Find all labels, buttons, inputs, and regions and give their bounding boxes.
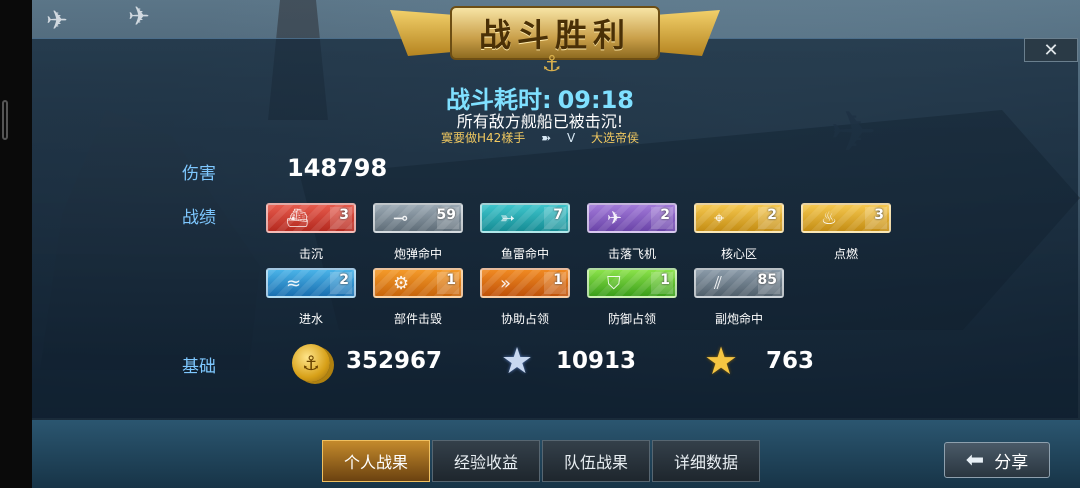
result-tabs: 个人战果 经验收益 队伍战果 详细数据 — [322, 440, 762, 482]
badge-count: 85 — [758, 272, 781, 294]
torpedo-kill-icon: ➽ — [541, 131, 552, 145]
share-button[interactable]: ⬅ 分享 — [944, 442, 1050, 478]
record-label: 战绩 — [182, 208, 216, 228]
silver-coin-icon: ⚓ — [292, 344, 330, 382]
badge-count: 59 — [437, 207, 460, 229]
record-badge[interactable]: ⫽ 85 — [694, 268, 784, 298]
badge-count: 2 — [330, 272, 352, 294]
sinking-ship-icon: ⛴ — [286, 208, 309, 229]
record-badge[interactable]: ⛉ 1 — [587, 268, 677, 298]
badge-count: 3 — [865, 207, 887, 229]
badge-count: 1 — [544, 272, 566, 294]
badge-name: 进水 — [298, 312, 323, 326]
shell-hit-icon: ⊸ — [393, 208, 409, 229]
anchor-icon: ⚓ — [542, 52, 562, 77]
record-badge[interactable]: » 1 — [480, 268, 570, 298]
base-label: 基础 — [182, 357, 216, 377]
record-badge[interactable]: ✈ 2 — [587, 203, 677, 233]
system-sidebar — [0, 0, 32, 488]
badge-name: 防御占领 — [607, 312, 656, 326]
victim-name: 大选帝侯 — [591, 131, 640, 145]
killer-name: 寞要做H42樣手 — [440, 131, 526, 145]
kill-separator: V — [566, 131, 576, 145]
badge-name: 部件击毁 — [393, 312, 442, 326]
record-badge[interactable]: ♨ 3 — [801, 203, 891, 233]
plane-icon: ✈ — [128, 2, 150, 32]
close-icon: ✕ — [1043, 39, 1059, 61]
assist-capture-icon: » — [500, 273, 512, 294]
plane-down-icon: ✈ — [607, 208, 623, 229]
badge-name: 鱼雷命中 — [500, 247, 549, 261]
experience-value: 10913 — [556, 348, 637, 374]
record-badge[interactable]: ⚙ 1 — [373, 268, 463, 298]
badge-count: 2 — [758, 207, 780, 229]
torpedo-icon: ➳ — [500, 208, 516, 229]
victory-banner: 战斗胜利 ⚓ — [390, 0, 720, 77]
record-badge[interactable]: ⌖ 2 — [694, 203, 784, 233]
banner-title: 战斗胜利 — [478, 16, 631, 54]
silver-value: 352967 — [346, 348, 443, 374]
captain-exp-value: 763 — [766, 348, 815, 374]
badge-count: 7 — [544, 207, 566, 229]
badge-count: 1 — [437, 272, 459, 294]
share-label: 分享 — [994, 452, 1029, 473]
record-badge[interactable]: ≈2 — [266, 268, 356, 298]
experience-star-icon: ★ — [500, 340, 534, 382]
badge-name: 击沉 — [298, 247, 323, 261]
last-kill-line: 寞要做H42樣手 ➽ V 大选帝侯 — [0, 129, 1080, 146]
record-badge[interactable]: ➳ 7 — [480, 203, 570, 233]
tab-details[interactable]: 详细数据 — [652, 440, 760, 482]
flooding-icon: ≈ — [286, 273, 302, 294]
core-zone-icon: ⌖ — [714, 208, 725, 229]
record-badge[interactable]: ⛴ 3 — [266, 203, 356, 233]
plane-icon: ✈ — [46, 6, 68, 36]
badge-count: 3 — [330, 207, 352, 229]
badge-name: 击落飞机 — [607, 247, 656, 261]
tab-experience[interactable]: 经验收益 — [432, 440, 540, 482]
share-arrow-icon: ⬅ — [965, 447, 985, 473]
badge-count: 1 — [651, 272, 673, 294]
badge-name: 点燃 — [833, 247, 858, 261]
fire-icon: ♨ — [821, 208, 838, 229]
defend-capture-icon: ⛉ — [607, 273, 621, 294]
captain-exp-star-icon: ★ — [703, 339, 739, 383]
close-button[interactable]: ✕ — [1024, 38, 1078, 62]
damage-value: 148798 — [287, 154, 388, 182]
badge-name: 副炮命中 — [714, 312, 763, 326]
badge-count: 2 — [651, 207, 673, 229]
damage-label: 伤害 — [182, 164, 216, 184]
badge-name: 核心区 — [720, 247, 757, 261]
gear-icon: ⚙ — [393, 273, 410, 294]
badge-name: 协助占领 — [500, 312, 549, 326]
tab-personal[interactable]: 个人战果 — [322, 440, 430, 482]
tab-team[interactable]: 队伍战果 — [542, 440, 650, 482]
secondary-gun-icon: ⫽ — [714, 273, 723, 294]
record-badge[interactable]: ⊸ 59 — [373, 203, 463, 233]
badge-name: 炮弹命中 — [393, 247, 442, 261]
